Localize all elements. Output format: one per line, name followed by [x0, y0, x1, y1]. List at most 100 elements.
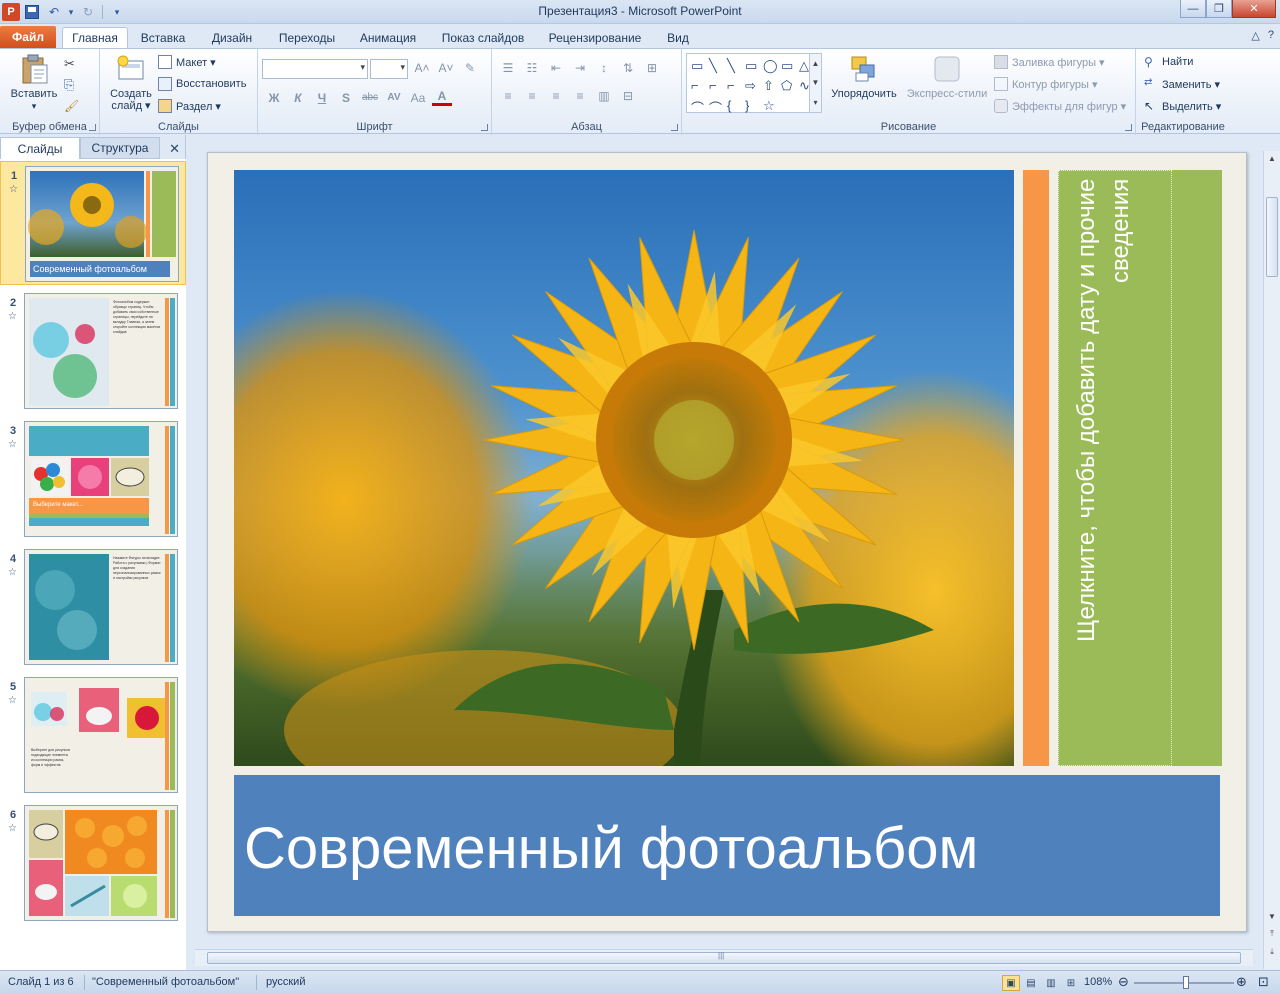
slide-thumbnail[interactable]: Нажмите Фигуры на вкладке Работа с рисун… — [24, 549, 178, 665]
scroll-down-icon[interactable]: ▼ — [1264, 909, 1280, 923]
shadow-button[interactable]: S — [336, 91, 356, 105]
gallery-down-icon[interactable]: ▼ — [812, 78, 820, 87]
gallery-more-icon[interactable]: ▾ — [813, 98, 817, 107]
zoom-in-icon[interactable]: ⊕ — [1236, 974, 1247, 990]
select-button[interactable]: ↖ Выделить ▾ — [1144, 97, 1221, 115]
reset-button[interactable]: Восстановить — [158, 75, 246, 93]
font-launcher-icon[interactable] — [481, 124, 488, 131]
slide-thumbnail-row[interactable]: 3 ☆ Выберите макет... — [0, 417, 186, 541]
title-placeholder[interactable]: Современный фотоальбом — [234, 775, 1220, 916]
slide-canvas[interactable]: Щелкните, чтобы добавить дату и прочие с… — [207, 152, 1247, 932]
minimize-button[interactable]: — — [1180, 0, 1206, 18]
underline-button[interactable]: Ч — [312, 91, 332, 105]
slide-thumbnail[interactable] — [24, 805, 178, 921]
increase-indent-button[interactable]: ⇥ — [570, 61, 590, 75]
new-slide-button[interactable]: Создать слайд ▾ — [106, 53, 156, 112]
shape-pentagon[interactable]: ⬠ — [781, 78, 797, 96]
shape-line[interactable]: ╲ — [709, 58, 725, 76]
tab-insert[interactable]: Вставка — [134, 27, 192, 48]
copy-button[interactable]: ⎘ — [64, 76, 74, 94]
line-spacing-button[interactable]: ↕ — [594, 61, 614, 75]
drawing-launcher-icon[interactable] — [1125, 124, 1132, 131]
next-slide-icon[interactable]: ⤓ — [1264, 945, 1280, 959]
help-icon[interactable]: ? — [1268, 29, 1274, 42]
shape-connector-1[interactable]: ⌐ — [691, 78, 707, 96]
slide-thumbnail-row[interactable]: 1 ☆ Современный фотоальбом — [0, 161, 186, 285]
slide-title[interactable]: Современный фотоальбом — [244, 815, 978, 882]
bold-button[interactable]: Ж — [264, 91, 284, 105]
slide-thumbnail[interactable]: Фотоальбом содержит образцы страниц. Что… — [24, 293, 178, 409]
shape-fill-button[interactable]: Заливка фигуры ▾ — [994, 53, 1105, 71]
change-case-button[interactable]: Aa — [408, 91, 428, 105]
shapes-gallery[interactable]: ▭ ╲ ╲ ▭ ◯ ▭ △ ⌐ ⌐ ⌐ ⇨ ⇧ ⬠ ∿ ⌒ ⌒ { } ☆ ▲ … — [686, 53, 822, 116]
fit-to-window-icon[interactable]: ⊡ — [1258, 974, 1269, 990]
align-text-button[interactable]: ▥ — [594, 89, 614, 103]
shape-connector-2[interactable]: ⌐ — [709, 78, 725, 96]
language-status[interactable]: русский — [266, 976, 305, 988]
theme-name-status[interactable]: "Современный фотоальбом" — [92, 976, 239, 988]
slide-thumbnail-row[interactable]: 2 ☆ Фотоальбом содержит образцы страниц.… — [0, 289, 186, 413]
tab-design[interactable]: Дизайн — [204, 27, 260, 48]
font-size-combo[interactable] — [370, 59, 408, 79]
close-pane-icon[interactable]: ✕ — [169, 141, 180, 157]
decrease-indent-button[interactable]: ⇤ — [546, 61, 566, 75]
maximize-button[interactable]: ❐ — [1206, 0, 1232, 18]
shrink-font-button[interactable]: A˅ — [436, 61, 456, 75]
shape-rounded-rect[interactable]: ▭ — [781, 58, 797, 76]
slide-thumbnail[interactable]: Современный фотоальбом — [25, 166, 179, 282]
horizontal-scrollbar[interactable]: ||| — [195, 949, 1253, 966]
shape-effects-button[interactable]: Эффекты для фигур ▾ — [994, 97, 1126, 115]
align-center-button[interactable]: ≡ — [522, 89, 542, 103]
vertical-scrollbar[interactable]: ▲ ▼ ⤒ ⤓ — [1263, 151, 1280, 969]
text-direction-button[interactable]: ⇅ — [618, 61, 638, 75]
shape-arc-1[interactable]: ⌒ — [691, 98, 707, 116]
numbering-button[interactable]: ☷ — [522, 61, 542, 75]
normal-view-button[interactable]: ▣ — [1002, 975, 1020, 991]
replace-button[interactable]: ⇄ Заменить ▾ — [1144, 75, 1220, 93]
sunflower-picture[interactable] — [234, 170, 1014, 766]
shape-connector-3[interactable]: ⌐ — [727, 78, 743, 96]
strikethrough-button[interactable]: abc — [360, 92, 380, 103]
shape-left-brace[interactable]: { — [727, 98, 743, 116]
tab-outline-pane[interactable]: Структура — [80, 137, 160, 159]
tab-file[interactable]: Файл — [0, 26, 56, 48]
italic-button[interactable]: К — [288, 91, 308, 105]
shape-arc-2[interactable]: ⌒ — [709, 98, 725, 116]
zoom-slider-knob[interactable] — [1183, 976, 1189, 989]
tab-review[interactable]: Рецензирование — [542, 27, 648, 48]
slide-sorter-view-button[interactable]: ▤ — [1022, 975, 1040, 991]
tab-view[interactable]: Вид — [658, 27, 698, 48]
slide-thumbnail-row[interactable]: 5 ☆ Выберите для рисунков подходящие эле… — [0, 673, 186, 797]
columns-button[interactable]: ⊞ — [642, 61, 662, 75]
cut-button[interactable]: ✂ — [64, 55, 75, 73]
bullets-button[interactable]: ☰ — [498, 61, 518, 75]
vertical-scroll-thumb[interactable] — [1266, 197, 1278, 277]
minimize-ribbon-icon[interactable]: △ — [1251, 29, 1259, 42]
zoom-level[interactable]: 108% — [1084, 976, 1112, 988]
smartart-button[interactable]: ⊟ — [618, 89, 638, 103]
shape-up-arrow[interactable]: ⇧ — [763, 78, 779, 96]
close-button[interactable]: ✕ — [1232, 0, 1276, 18]
find-button[interactable]: ⚲ Найти — [1144, 53, 1193, 71]
slide-thumbnail-row[interactable]: 4 ☆ Нажмите Фигуры на вкладке Работа с р… — [0, 545, 186, 669]
tab-home[interactable]: Главная — [62, 27, 128, 48]
format-painter-button[interactable]: 🖌 — [64, 97, 79, 115]
shape-right-arrow[interactable]: ⇨ — [745, 78, 761, 96]
char-spacing-button[interactable]: AV — [384, 92, 404, 103]
paragraph-launcher-icon[interactable] — [671, 124, 678, 131]
align-right-button[interactable]: ≡ — [546, 89, 566, 103]
layout-button[interactable]: Макет ▾ — [158, 53, 216, 71]
tab-transitions[interactable]: Переходы — [272, 27, 342, 48]
reading-view-button[interactable]: ▥ — [1042, 975, 1060, 991]
clear-format-button[interactable]: ✎ — [460, 61, 480, 75]
slideshow-view-button[interactable]: ⊞ — [1062, 975, 1080, 991]
font-name-combo[interactable] — [262, 59, 368, 79]
paste-button[interactable]: Вставить ▾ — [8, 53, 60, 112]
shape-right-brace[interactable]: } — [745, 98, 761, 116]
slide-thumbnail[interactable]: Выберите макет... — [24, 421, 178, 537]
zoom-out-icon[interactable]: ⊖ — [1118, 974, 1129, 990]
prev-slide-icon[interactable]: ⤒ — [1264, 927, 1280, 941]
section-button[interactable]: Раздел ▾ — [158, 97, 221, 115]
date-placeholder-text[interactable]: Щелкните, чтобы добавить дату и прочие с… — [1070, 179, 1160, 699]
quick-styles-button[interactable]: Экспресс-стили — [904, 53, 990, 100]
